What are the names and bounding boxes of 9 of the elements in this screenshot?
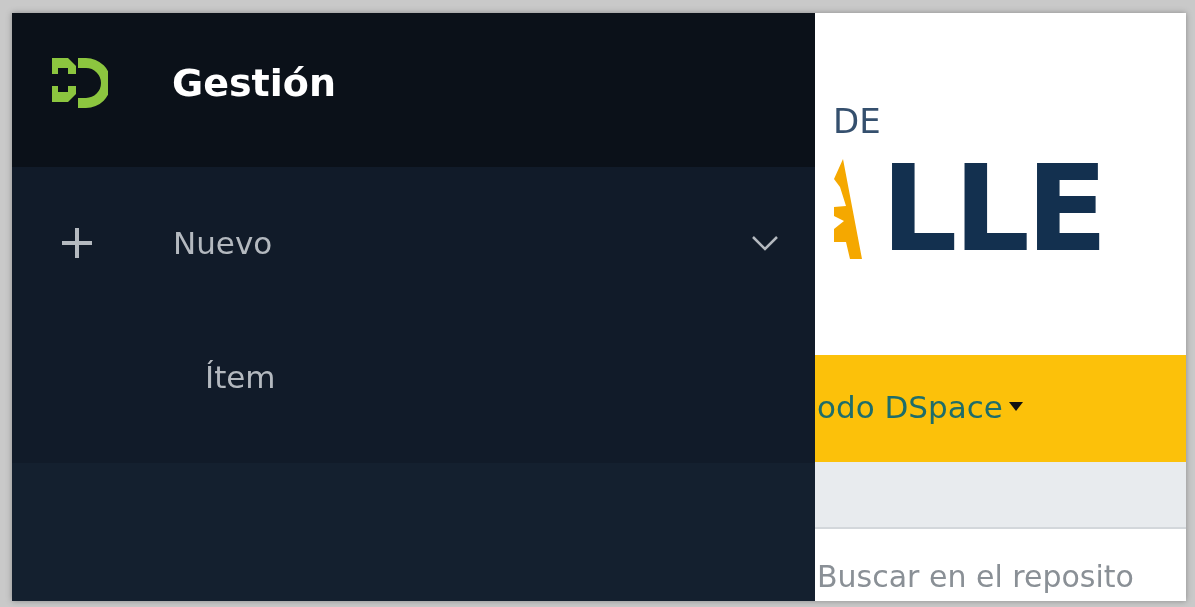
caret-icon <box>1008 402 1023 411</box>
logo-text: LLE <box>881 159 1104 259</box>
plus-icon <box>60 226 94 260</box>
sidebar-title: Gestión <box>172 61 336 105</box>
dspace-logo-icon <box>50 56 108 110</box>
menu-item[interactable]: Nuevo <box>12 211 815 275</box>
nav-dropdown-link[interactable]: odo DSpace <box>817 388 1023 425</box>
logo-text: DE <box>833 101 881 141</box>
submenu-item[interactable]: Ítem <box>205 357 276 397</box>
